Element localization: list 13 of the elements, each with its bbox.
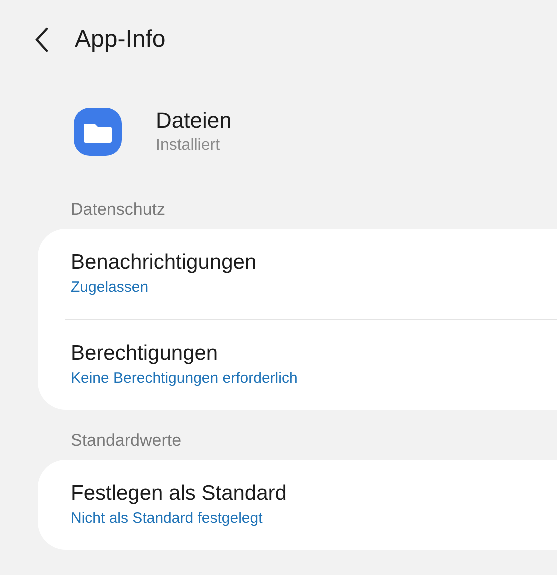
folder-app-icon bbox=[73, 107, 123, 157]
setting-subtitle: Keine Berechtigungen erforderlich bbox=[71, 369, 298, 389]
app-status: Installiert bbox=[156, 136, 222, 156]
app-name: Dateien bbox=[156, 107, 232, 135]
setting-title[interactable]: Berechtigungen bbox=[71, 340, 218, 368]
section-header: Standardwerte bbox=[71, 430, 182, 452]
page-title: App-Info bbox=[75, 25, 166, 55]
section-header: Datenschutz bbox=[71, 199, 166, 221]
setting-title[interactable]: Festlegen als Standard bbox=[71, 480, 287, 508]
setting-subtitle: Zugelassen bbox=[71, 278, 149, 298]
back-icon bbox=[35, 27, 49, 53]
setting-title[interactable]: Benachrichtigungen bbox=[71, 249, 257, 277]
setting-subtitle: Nicht als Standard festgelegt bbox=[71, 509, 263, 529]
